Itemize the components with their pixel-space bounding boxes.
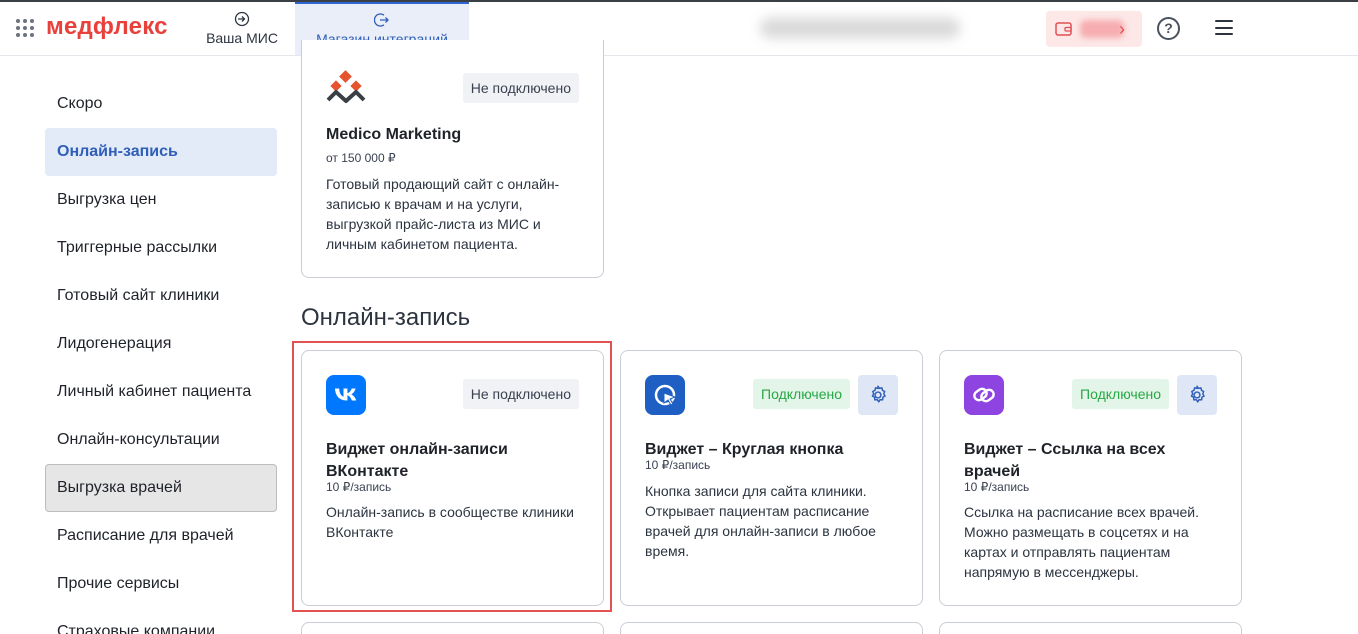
sidebar-item-lead-generation[interactable]: Лидогенерация xyxy=(45,320,277,368)
sidebar-item-clinic-website[interactable]: Готовый сайт клиники xyxy=(45,272,277,320)
integration-card-vk-widget[interactable]: Не подключено Виджет онлайн-записи ВКонт… xyxy=(301,350,604,606)
sidebar-item-price-export[interactable]: Выгрузка цен xyxy=(45,176,277,224)
hamburger-menu-icon[interactable] xyxy=(1215,20,1233,35)
tab-your-mis[interactable]: Ваша МИС xyxy=(196,2,288,55)
chevron-right-icon: › xyxy=(1119,19,1125,39)
wallet-icon xyxy=(1055,22,1072,36)
tab-your-mis-label: Ваша МИС xyxy=(206,30,278,46)
status-badge: Подключено xyxy=(753,379,850,409)
card-title: Виджет онлайн-записи ВКонтакте xyxy=(326,441,508,480)
help-icon[interactable]: ? xyxy=(1157,17,1180,40)
sidebar-item-doctors-export[interactable]: Выгрузка врачей xyxy=(45,464,277,512)
integration-card-partial[interactable] xyxy=(939,622,1242,634)
card-price: 10 ₽/запись xyxy=(964,480,1030,494)
card-price: 10 ₽/запись xyxy=(645,458,711,472)
logout-icon xyxy=(374,13,389,27)
settings-gear-button[interactable] xyxy=(858,375,898,415)
gear-icon xyxy=(1190,385,1205,403)
user-name-redacted xyxy=(760,18,960,38)
sidebar-item-doctors-schedule[interactable]: Расписание для врачей xyxy=(45,512,277,560)
brand-logo[interactable]: медфлекс xyxy=(46,13,168,41)
card-title: Medico Marketing xyxy=(326,126,462,143)
sidebar-item-soon[interactable]: Скоро xyxy=(45,80,277,128)
apps-grid-icon[interactable] xyxy=(16,19,34,37)
status-badge: Подключено xyxy=(1072,379,1169,409)
vk-icon xyxy=(326,375,366,415)
sidebar-item-trigger-mailings[interactable]: Триггерные рассылки xyxy=(45,224,277,272)
sidebar-item-patient-account[interactable]: Личный кабинет пациента xyxy=(45,368,277,416)
gear-icon xyxy=(871,385,886,403)
card-description: Онлайн-запись в сообществе клиники ВКонт… xyxy=(326,504,574,540)
cursor-click-icon xyxy=(645,375,685,415)
medico-marketing-logo-icon xyxy=(326,70,366,103)
card-price: 10 ₽/запись xyxy=(326,480,392,494)
top-header: медфлекс Ваша МИС Магазин интеграций › ? xyxy=(0,0,1358,56)
link-icon xyxy=(964,375,1004,415)
login-icon xyxy=(234,11,250,27)
card-description: Ссылка на расписание всех врачей. Можно … xyxy=(964,504,1199,580)
status-badge: Не подключено xyxy=(462,73,579,103)
balance-value-redacted xyxy=(1080,20,1124,38)
card-description: Кнопка записи для сайта клиники. Открыва… xyxy=(645,483,876,559)
card-description: Готовый продающий сайт с онлайн-записью … xyxy=(326,176,560,252)
sidebar-item-online-booking[interactable]: Онлайн-запись xyxy=(45,128,277,176)
status-badge: Не подключено xyxy=(462,379,579,409)
settings-gear-button[interactable] xyxy=(1177,375,1217,415)
integration-card-partial[interactable] xyxy=(620,622,923,634)
sidebar-item-insurance-companies[interactable]: Страховые компании xyxy=(45,608,277,634)
integration-card-all-doctors-link-widget[interactable]: Подключено Виджет – Ссылка на всех враче… xyxy=(939,350,1242,606)
card-title: Виджет – Ссылка на всех врачей xyxy=(964,441,1166,480)
card-price: от 150 000 ₽ xyxy=(326,151,396,165)
integration-card-partial[interactable] xyxy=(301,622,604,634)
integration-card-medico-marketing[interactable]: Не подключено Medico Marketing от 150 00… xyxy=(301,40,604,278)
sidebar-item-other-services[interactable]: Прочие сервисы xyxy=(45,560,277,608)
balance-button[interactable]: › xyxy=(1046,11,1142,47)
section-title: Онлайн-запись xyxy=(301,304,471,331)
category-sidebar: Скоро Онлайн-запись Выгрузка цен Триггер… xyxy=(45,80,277,634)
integration-card-round-button-widget[interactable]: Подключено Виджет – Круглая кнопка 10 ₽/… xyxy=(620,350,923,606)
sidebar-item-online-consultations[interactable]: Онлайн-консультации xyxy=(45,416,277,464)
